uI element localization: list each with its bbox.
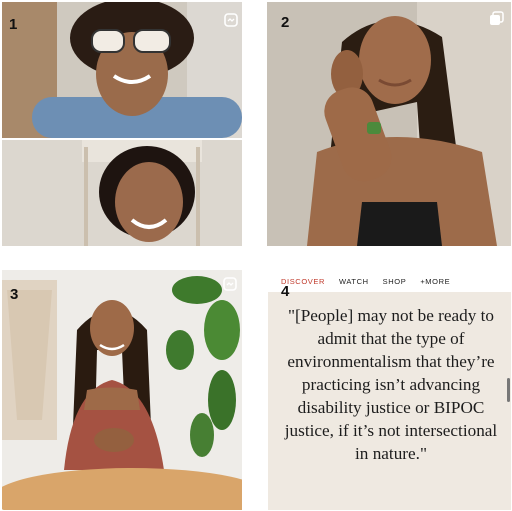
tile-number-2: 2 xyxy=(281,14,290,31)
video-call-photo xyxy=(2,2,242,246)
tile-number-4: 4 xyxy=(281,283,290,300)
tile-number-1: 1 xyxy=(9,16,18,33)
post-tile-4[interactable]: DISCOVER WATCH SHOP +MORE 4 "[People] ma… xyxy=(268,270,511,510)
tile-number-3: 3 xyxy=(10,286,19,303)
quote-text: "[People] may not be ready to admit that… xyxy=(284,306,498,463)
nav-shop[interactable]: SHOP xyxy=(383,277,407,286)
site-nav-bar: DISCOVER WATCH SHOP +MORE xyxy=(268,270,511,292)
nav-more[interactable]: +MORE xyxy=(420,277,450,286)
carousel-icon xyxy=(224,13,238,27)
post-tile-1[interactable]: 1 xyxy=(2,2,242,246)
post-tile-2[interactable]: 2 xyxy=(267,2,511,246)
scrollbar[interactable] xyxy=(507,378,510,402)
nav-watch[interactable]: WATCH xyxy=(339,277,369,286)
portrait-photo xyxy=(267,2,511,246)
multiple-images-icon xyxy=(490,11,504,25)
carousel-icon xyxy=(223,277,237,291)
seated-photo xyxy=(2,270,242,510)
post-tile-3[interactable]: 3 xyxy=(2,270,242,510)
